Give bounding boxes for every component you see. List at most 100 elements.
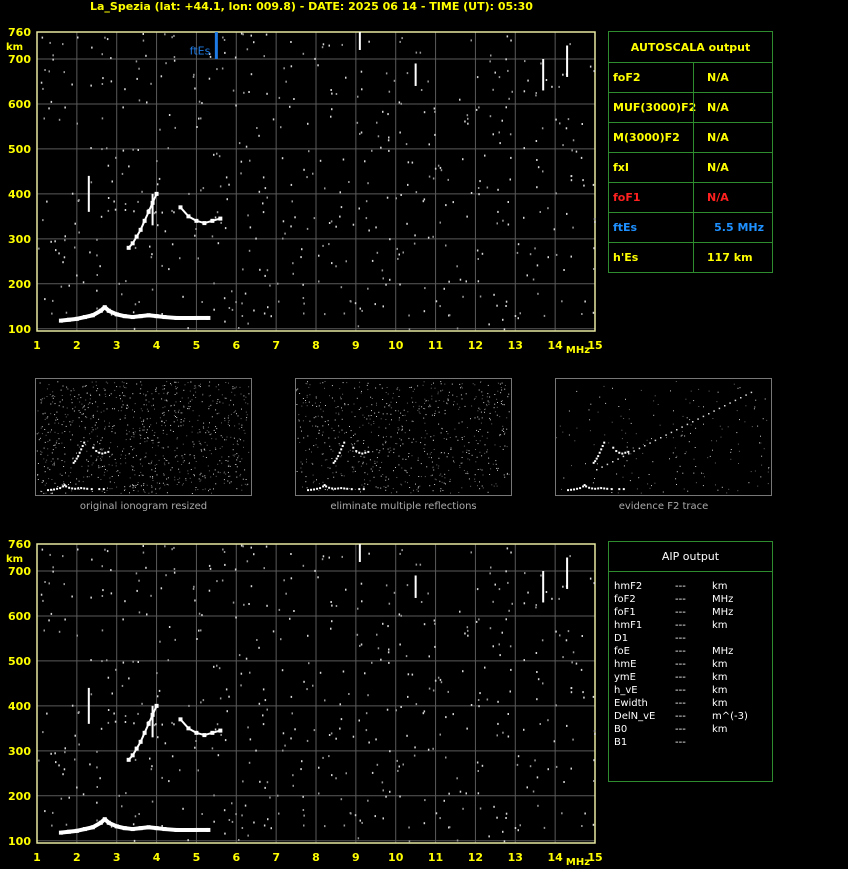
x-tick-label: 13 <box>508 339 523 352</box>
thumb-point <box>319 487 322 490</box>
autoscala-panel: AUTOSCALA output foF2 N/A MUF(3000)F2 N/A M(… <box>608 31 773 273</box>
thumb-point <box>331 487 334 490</box>
thumb-point <box>68 486 71 489</box>
autoscala-value: 117 km <box>707 251 753 264</box>
aip-label: Ewidth <box>614 698 648 709</box>
aip-label: hmF1 <box>614 620 643 631</box>
thumb-point <box>341 445 344 447</box>
x-tick-label: 5 <box>193 851 201 864</box>
y-axis-label: km <box>6 554 23 565</box>
thumb-point <box>597 455 600 458</box>
aip-row: B0 --- km <box>609 723 772 736</box>
thumb-point <box>83 441 86 444</box>
aip-unit: m^(-3) <box>712 711 748 722</box>
thumb-point <box>74 460 77 463</box>
thumbnail-f2-trace <box>555 378 772 496</box>
x-tick-label: 9 <box>352 339 360 352</box>
autoscala-label: M(3000)F2 <box>613 131 680 144</box>
thumbnail-no-multiple-plot <box>296 381 510 494</box>
thumb-point <box>59 487 62 490</box>
aip-unit: km <box>712 659 728 670</box>
x-tick-label: 3 <box>113 339 121 352</box>
thumb-point <box>75 457 78 460</box>
thumb-point <box>83 487 86 490</box>
aip-value: --- <box>675 685 686 696</box>
thumb-point <box>53 488 56 491</box>
thumb-point <box>358 488 361 491</box>
thumb-point <box>86 487 89 490</box>
x-tick-label: 7 <box>272 851 280 864</box>
x-tick-label: 1 <box>33 339 41 352</box>
thumb-point <box>104 451 107 454</box>
thumb-point <box>310 488 313 491</box>
thumb-point <box>328 486 331 489</box>
thumbnail-caption-original: original ionogram resized <box>79 501 208 512</box>
y-tick-label: 400 <box>8 188 31 201</box>
x-axis-label: MHz <box>566 345 590 356</box>
y-tick-label: 700 <box>8 53 31 66</box>
thumb-point <box>367 450 370 453</box>
data-point <box>218 728 223 733</box>
y-axis-label: km <box>6 42 23 53</box>
aip-unit: MHz <box>712 594 734 605</box>
thumb-point <box>606 487 609 490</box>
thumb-point <box>337 487 340 490</box>
thumb-point <box>80 448 83 451</box>
y-tick-label: 760 <box>8 26 31 39</box>
top-ionogram-chart: 1 2 3 4 5 6 7 8 9 10 11 12 13 14 151002003004005006007… <box>6 26 603 356</box>
data-point <box>206 827 211 832</box>
page-title: La_Spezia (lat: +44.1, lon: 009.8) - DAT… <box>90 0 533 13</box>
thumb-point <box>56 487 59 490</box>
y-tick-label: 500 <box>8 655 31 668</box>
thumb-point <box>570 488 573 491</box>
y-tick-label: 100 <box>8 323 31 336</box>
thumb-point <box>624 451 627 454</box>
data-point <box>154 703 159 708</box>
autoscala-label: h'Es <box>613 251 639 264</box>
aip-unit: km <box>712 672 728 683</box>
y-tick-label: 200 <box>8 278 31 291</box>
thumb-point <box>77 487 80 490</box>
aip-value: --- <box>675 607 686 618</box>
thumb-point <box>78 451 81 454</box>
thumb-point <box>615 450 618 453</box>
aip-unit: km <box>712 724 728 735</box>
thumb-point <box>361 452 364 455</box>
aip-panel: AIP output hmF2 --- km foF2 --- MHz foF1 --- MHz… <box>608 541 773 782</box>
thumb-point <box>598 451 601 454</box>
thumb-point <box>621 452 624 455</box>
thumb-point <box>81 445 84 447</box>
x-tick-label: 14 <box>547 339 563 352</box>
aip-row: hmF2 --- km <box>609 580 772 593</box>
autoscala-label: fxI <box>613 161 629 174</box>
aip-row: D1 --- <box>609 632 772 645</box>
autoscala-label: ftEs <box>613 221 638 234</box>
thumbnail-f2-trace-plot <box>556 381 770 494</box>
thumb-point <box>622 488 625 491</box>
y-tick-label: 300 <box>8 745 31 758</box>
autoscala-row-fof2: foF2 N/A <box>609 62 772 92</box>
aip-value: --- <box>675 581 686 592</box>
x-tick-label: 4 <box>153 851 161 864</box>
x-tick-label: 12 <box>468 339 483 352</box>
thumb-point <box>595 457 598 460</box>
autoscala-row-ftes: ftEs 5.5 MHz <box>609 212 772 242</box>
thumbnail-original-plot <box>36 381 250 494</box>
aip-value: --- <box>675 672 686 683</box>
x-tick-label: 8 <box>312 851 320 864</box>
x-tick-label: 7 <box>272 339 280 352</box>
thumb-point <box>600 487 603 490</box>
thumbnail-caption-f2-trace: evidence F2 trace <box>618 501 709 512</box>
aip-label: hmF2 <box>614 581 643 592</box>
y-tick-label: 200 <box>8 790 31 803</box>
thumb-point <box>355 450 358 453</box>
autoscala-value: N/A <box>707 161 729 174</box>
aip-label: B0 <box>614 724 628 735</box>
aip-label: D1 <box>614 633 629 644</box>
aip-unit: km <box>712 698 728 709</box>
autoscala-label: foF2 <box>613 71 641 84</box>
thumb-point <box>600 448 603 451</box>
x-tick-label: 1 <box>33 851 41 864</box>
thumb-point <box>567 489 570 492</box>
aip-row: ymE --- km <box>609 671 772 684</box>
